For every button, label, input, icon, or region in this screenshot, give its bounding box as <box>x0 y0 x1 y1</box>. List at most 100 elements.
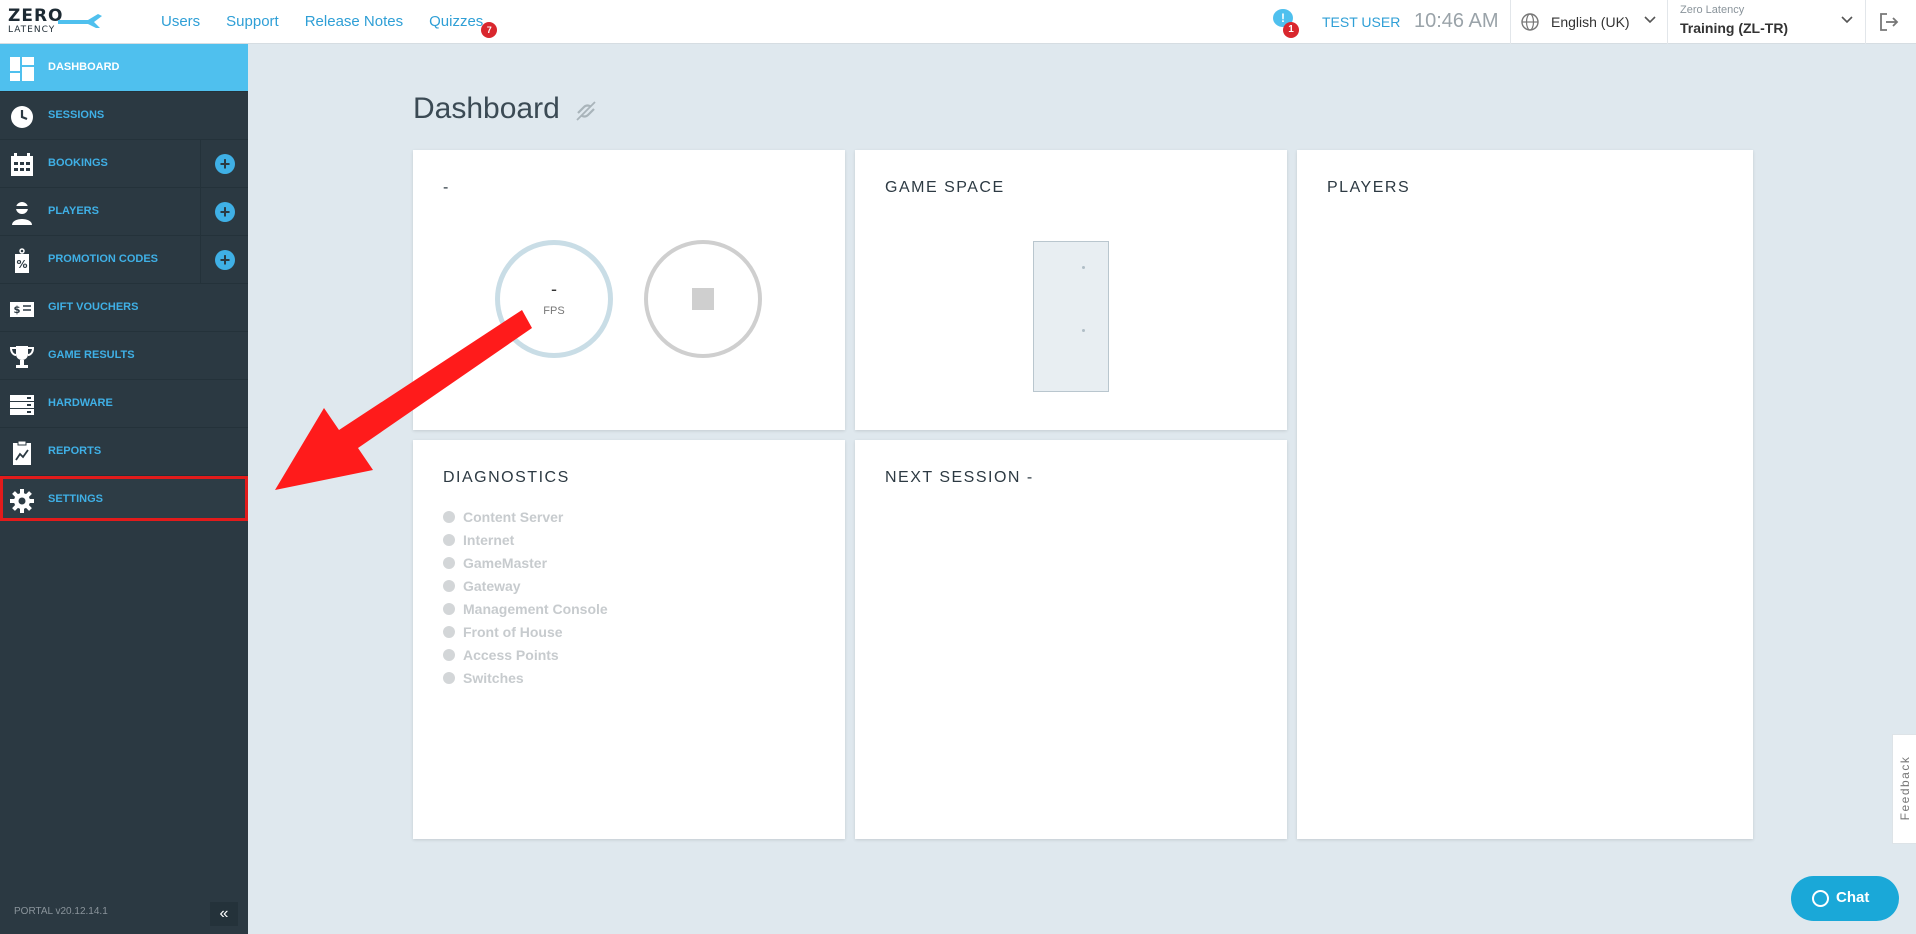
chat-button[interactable]: Chat <box>1791 876 1899 921</box>
sidebar-item-players[interactable]: PLAYERS + <box>0 188 248 236</box>
svg-text:%: % <box>16 258 27 271</box>
diagnostic-item: Gateway <box>443 574 608 597</box>
sidebar-item-label: PROMOTION CODES <box>48 253 159 265</box>
logo-subtext: LATENCY <box>8 25 56 35</box>
status-dot <box>443 579 455 592</box>
status-dot <box>443 648 455 661</box>
status-dot <box>443 625 455 638</box>
sidebar-item-label: HARDWARE <box>48 397 113 409</box>
globe-icon <box>1521 13 1539 31</box>
svg-text:$: $ <box>14 305 21 316</box>
sidebar-item-label: GAME RESULTS <box>48 349 135 361</box>
notification-count-badge: 1 <box>1283 22 1299 38</box>
fps-value: - <box>551 279 557 299</box>
logo-plane-icon <box>58 14 102 28</box>
zero-latency-logo[interactable]: ZERO LATENCY <box>6 6 102 38</box>
status-card-title: - <box>443 179 450 196</box>
sidebar-item-promotion-codes[interactable]: % PROMOTION CODES + <box>0 236 248 284</box>
sidebar-item-label: BOOKINGS <box>48 157 108 169</box>
logo-text: ZERO <box>8 6 64 26</box>
language-label: English (UK) <box>1551 14 1630 30</box>
status-dot <box>443 510 455 523</box>
sidebar-item-label: REPORTS <box>48 445 102 457</box>
players-card: PLAYERS <box>1297 150 1753 839</box>
plus-icon: + <box>215 250 235 270</box>
stop-icon <box>692 288 714 310</box>
sidebar-item-gift-vouchers[interactable]: $ GIFT VOUCHERS <box>0 284 248 332</box>
clock-icon <box>11 106 33 128</box>
quizzes-count-badge: 7 <box>481 22 498 38</box>
sidebar-item-label: SESSIONS <box>48 109 105 121</box>
clock: 10:46 AM <box>1414 10 1499 32</box>
next-session-title: NEXT SESSION - <box>885 469 1034 486</box>
status-dot <box>443 602 455 615</box>
portal-version: PORTAL v20.12.14.1 <box>14 906 108 917</box>
nav-support-link[interactable]: Support <box>226 13 279 30</box>
trophy-icon <box>9 346 35 368</box>
diagnostics-list: Content Server Internet GameMaster Gatew… <box>443 505 608 689</box>
sidebar-item-sessions[interactable]: SESSIONS <box>0 92 248 140</box>
nav-users-link[interactable]: Users <box>161 13 200 30</box>
sidebar: DASHBOARD SESSIONS BOOKINGS + PLAYERS + … <box>0 44 248 934</box>
annotation-arrow <box>275 310 532 490</box>
diagnostic-item: Management Console <box>443 597 608 620</box>
nav-quizzes-link[interactable]: Quizzes 7 <box>429 13 498 38</box>
unlink-icon[interactable] <box>573 98 599 124</box>
logout-icon[interactable] <box>1878 11 1900 33</box>
diagnostic-item: Internet <box>443 528 608 551</box>
player-icon <box>12 202 32 225</box>
stop-button[interactable] <box>644 240 762 358</box>
calendar-icon <box>11 153 33 176</box>
voucher-icon: $ <box>10 302 34 317</box>
dashboard-icon <box>10 57 34 81</box>
next-session-card: NEXT SESSION - <box>855 440 1287 839</box>
report-icon <box>13 440 31 465</box>
feedback-tab[interactable]: Feedback <box>1892 734 1916 844</box>
chat-label: Chat <box>1836 889 1870 906</box>
game-space-card: GAME SPACE <box>855 150 1287 430</box>
game-space-map <box>1033 241 1109 392</box>
feedback-label: Feedback <box>1898 755 1912 821</box>
sidebar-item-label: DASHBOARD <box>48 61 120 73</box>
diagnostic-item: Switches <box>443 666 608 689</box>
status-dot <box>443 533 455 546</box>
chat-bubble-icon <box>1812 890 1829 907</box>
nav-release-notes-link[interactable]: Release Notes <box>305 13 403 30</box>
add-promotion-code-button[interactable]: + <box>200 236 248 283</box>
site-org-label: Zero Latency <box>1680 4 1745 16</box>
page-title: Dashboard <box>413 92 560 125</box>
sidebar-item-game-results[interactable]: GAME RESULTS <box>0 332 248 380</box>
sidebar-item-dashboard[interactable]: DASHBOARD <box>0 44 248 92</box>
diagnostic-item: Access Points <box>443 643 608 666</box>
sidebar-item-bookings[interactable]: BOOKINGS + <box>0 140 248 188</box>
space-marker <box>1082 266 1085 269</box>
diagnostic-item: Content Server <box>443 505 608 528</box>
collapse-sidebar-button[interactable]: « <box>210 902 238 926</box>
add-player-button[interactable]: + <box>200 188 248 235</box>
game-space-title: GAME SPACE <box>885 179 1005 196</box>
sidebar-item-hardware[interactable]: HARDWARE <box>0 380 248 428</box>
diagnostic-item: Front of House <box>443 620 608 643</box>
chevron-down-icon <box>1841 16 1853 24</box>
add-booking-button[interactable]: + <box>200 140 248 187</box>
server-icon <box>10 395 34 415</box>
gear-icon <box>10 489 34 513</box>
site-name-label: Training (ZL-TR) <box>1680 20 1789 36</box>
nav-quizzes-label: Quizzes <box>429 13 484 30</box>
top-bar: ZERO LATENCY Users Support Release Notes… <box>0 0 1916 44</box>
sidebar-item-reports[interactable]: REPORTS <box>0 428 248 476</box>
site-selector[interactable]: Zero Latency Training (ZL-TR) <box>1668 0 1866 44</box>
user-menu[interactable]: TEST USER <box>1322 14 1400 30</box>
status-dot <box>443 671 455 684</box>
notifications-button[interactable]: ! 1 <box>1273 9 1299 38</box>
sidebar-item-label: GIFT VOUCHERS <box>48 301 139 313</box>
plus-icon: + <box>215 202 235 222</box>
players-title: PLAYERS <box>1327 179 1411 196</box>
sidebar-item-label: SETTINGS <box>48 493 104 505</box>
sidebar-item-label: PLAYERS <box>48 205 99 217</box>
sidebar-item-settings[interactable]: SETTINGS <box>0 476 248 521</box>
diagnostic-item: GameMaster <box>443 551 608 574</box>
chevron-down-icon <box>1644 16 1656 24</box>
language-selector[interactable]: English (UK) <box>1510 0 1668 44</box>
status-dot <box>443 556 455 569</box>
